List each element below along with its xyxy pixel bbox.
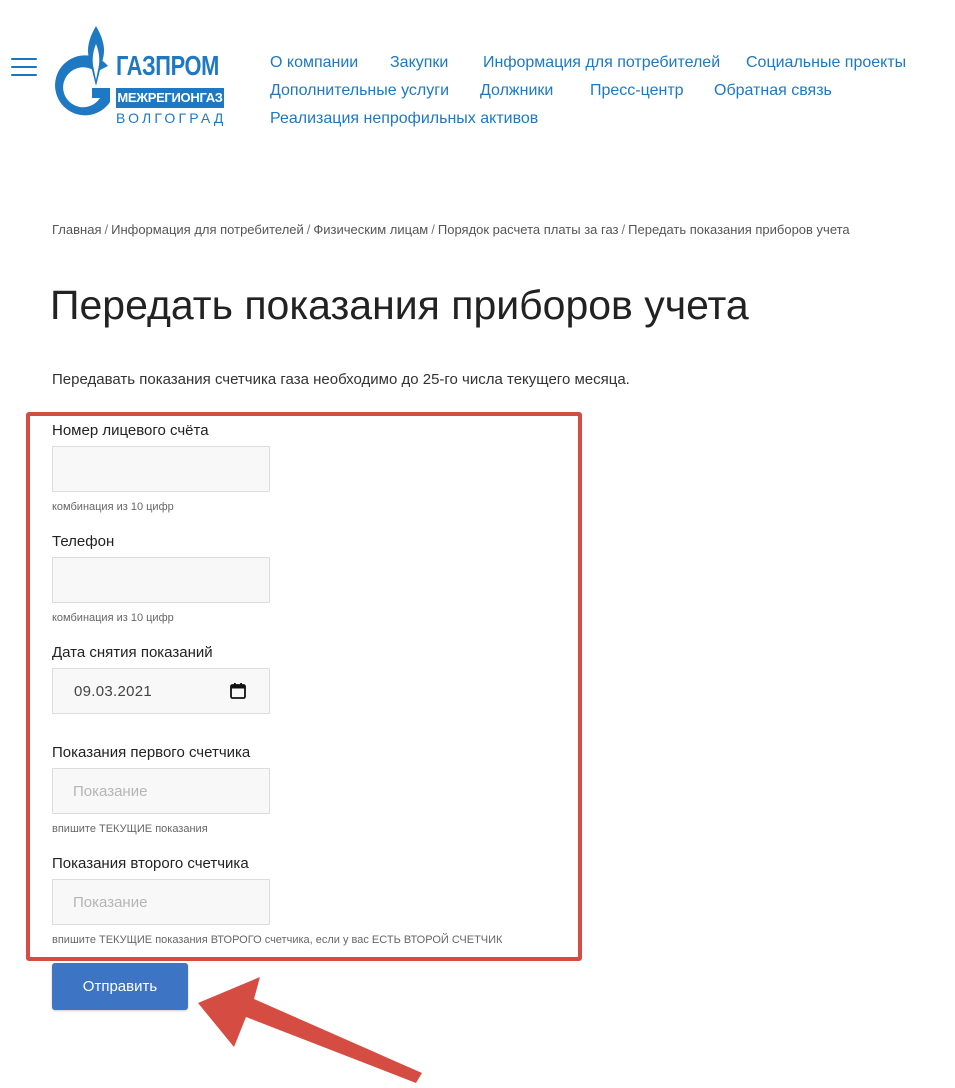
breadcrumb-individuals[interactable]: Физическим лицам	[313, 222, 428, 237]
red-arrow-icon	[198, 977, 422, 1083]
calendar-icon[interactable]	[229, 682, 247, 700]
meter1-hint: впишите ТЕКУЩИЕ показания	[52, 823, 208, 835]
page-title: Передать показания приборов учета	[50, 282, 749, 328]
meter2-input[interactable]	[53, 880, 269, 924]
breadcrumb-payment-order[interactable]: Порядок расчета платы за газ	[438, 222, 619, 237]
meter2-field	[52, 879, 270, 925]
meter1-field	[52, 768, 270, 814]
logo-subtitle: МЕЖРЕГИОНГАЗ	[116, 88, 224, 108]
account-input[interactable]	[53, 447, 269, 491]
logo[interactable]: ГАЗПРОМ МЕЖРЕГИОНГАЗ ВОЛГОГРАД	[50, 22, 228, 130]
account-label: Номер лицевого счёта	[52, 422, 209, 439]
phone-label: Телефон	[52, 533, 115, 550]
nav-link-consumers-info[interactable]: Информация для потребителей	[483, 53, 720, 73]
breadcrumb-consumers-info[interactable]: Информация для потребителей	[111, 222, 304, 237]
nav-link-extra-services[interactable]: Дополнительные услуги	[270, 81, 449, 101]
logo-word: ГАЗПРОМ	[116, 50, 219, 81]
nav-link-feedback[interactable]: Обратная связь	[714, 81, 832, 101]
logo-city: ВОЛГОГРАД	[116, 110, 227, 126]
breadcrumb-home[interactable]: Главная	[52, 222, 101, 237]
breadcrumb-current: Передать показания приборов учета	[628, 222, 850, 237]
nav-link-procurement[interactable]: Закупки	[390, 53, 448, 73]
date-input[interactable]: 09.03.2021	[52, 668, 270, 714]
flame-logo-icon	[55, 26, 110, 116]
account-field	[52, 446, 270, 492]
phone-field	[52, 557, 270, 603]
date-label: Дата снятия показаний	[52, 644, 213, 661]
account-hint: комбинация из 10 цифр	[52, 501, 174, 513]
meter1-input[interactable]	[53, 769, 269, 813]
hamburger-menu-icon[interactable]	[11, 57, 37, 77]
breadcrumb: Главная / Информация для потребителей / Физи…	[52, 222, 850, 237]
meter2-hint: впишите ТЕКУЩИЕ показания ВТОРОГО счетчи…	[52, 934, 503, 946]
nav-link-social-projects[interactable]: Социальные проекты	[746, 53, 906, 73]
intro-text: Передавать показания счетчика газа необх…	[52, 371, 630, 388]
meter2-label: Показания второго счетчика	[52, 855, 249, 872]
submit-button[interactable]: Отправить	[52, 963, 188, 1010]
phone-input[interactable]	[53, 558, 269, 602]
nav-link-about[interactable]: О компании	[270, 53, 358, 73]
nav-link-press-center[interactable]: Пресс-центр	[590, 81, 684, 101]
phone-hint: комбинация из 10 цифр	[52, 612, 174, 624]
meter1-label: Показания первого счетчика	[52, 744, 251, 761]
date-value: 09.03.2021	[74, 683, 153, 700]
nav-link-non-core-assets[interactable]: Реализация непрофильных активов	[270, 109, 538, 129]
nav-link-debtors[interactable]: Должники	[480, 81, 553, 101]
